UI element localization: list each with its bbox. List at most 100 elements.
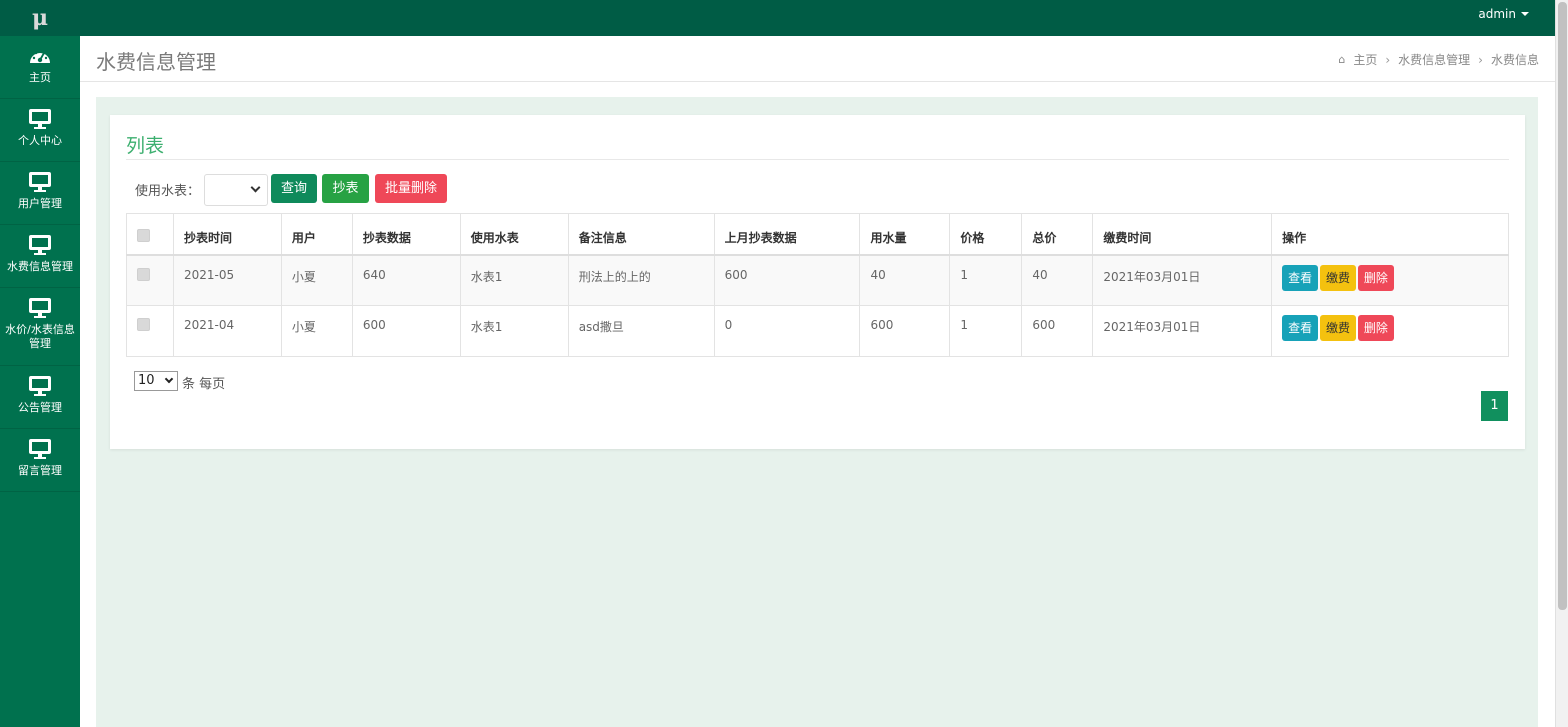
breadcrumb-water-fee[interactable]: 水费信息管理 (1398, 51, 1470, 68)
row-checkbox[interactable] (137, 318, 150, 331)
breadcrumb-current: 水费信息 (1490, 53, 1539, 67)
monitor-icon (29, 234, 51, 256)
table-cell: 640 (351, 254, 461, 306)
table-cell: 水表1 (459, 254, 569, 306)
row-checkbox[interactable] (137, 267, 150, 281)
sidebar-item-home[interactable]: 主页 (0, 36, 80, 99)
column-header[interactable]: 抄表数据 (351, 213, 461, 256)
query-button[interactable]: 查询 (271, 174, 317, 203)
table-cell: 600 (713, 254, 861, 306)
sidebar-item-label: 公告管理 (18, 401, 62, 414)
meter-select[interactable] (204, 174, 268, 206)
sidebar: 主页 个人中心 用户管理 水费信息管理 水价/水表信息管理 公告管理 留言管理 (0, 36, 80, 727)
monitor-icon (29, 297, 51, 319)
sidebar-item-label: 个人中心 (18, 134, 62, 147)
scrollbar-thumb[interactable] (1558, 2, 1567, 610)
page-size-value: 10 (138, 373, 155, 388)
user-menu[interactable]: admin (1478, 0, 1529, 28)
delete-button[interactable]: 删除 (1357, 315, 1394, 341)
list-panel: 列表 使用水表： 查询 抄表 批量删除 抄表时间 用户 抄表数据 使用水表 备注… (110, 115, 1525, 449)
table-cell: 水表1 (459, 305, 569, 357)
table-cell: 2021-05 (172, 254, 282, 306)
chevron-down-icon (250, 182, 261, 193)
scrollbar[interactable] (1555, 0, 1568, 727)
chevron-right-icon: › (1385, 52, 1391, 67)
table-cell: 1 (949, 305, 1023, 357)
chevron-right-icon: › (1478, 52, 1483, 67)
page-size-select[interactable]: 10 (134, 371, 178, 391)
table-cell: 小夏 (280, 305, 353, 357)
monitor-icon (29, 171, 51, 193)
select-all-checkbox[interactable] (137, 229, 150, 242)
table-header-row: 抄表时间 用户 抄表数据 使用水表 备注信息 上月抄表数据 用水量 价格 总价 … (126, 213, 1509, 256)
column-header[interactable]: 上月抄表数据 (713, 213, 861, 256)
sidebar-item-water-fee[interactable]: 水费信息管理 (0, 225, 80, 288)
table-cell: 1 (949, 254, 1023, 306)
delete-button[interactable]: 删除 (1357, 264, 1394, 291)
top-bar: μ admin (0, 0, 1555, 36)
monitor-icon (29, 375, 51, 397)
sidebar-item-notices[interactable]: 公告管理 (0, 366, 80, 429)
table-cell: 0 (713, 305, 861, 357)
column-header[interactable]: 总价 (1021, 213, 1094, 256)
caret-down-icon (1521, 12, 1529, 16)
table-cell: 600 (351, 305, 461, 357)
view-button[interactable]: 查看 (1282, 264, 1319, 291)
page-title: 水费信息管理 (96, 50, 216, 74)
table-cell: 2021年03月01日 (1092, 305, 1273, 357)
table-cell: 2021年03月01日 (1092, 254, 1273, 306)
table-row: 2021-04 小夏 600 水表1 asd撒旦 0 600 1 600 202… (126, 305, 1509, 357)
select-all-cell (126, 213, 174, 256)
home-icon: ⌂ (1338, 53, 1346, 66)
panel-title: 列表 (126, 135, 165, 157)
logo[interactable]: μ (0, 0, 80, 36)
pagination-page-button[interactable]: 1 (1481, 391, 1508, 421)
read-meter-button[interactable]: 抄表 (322, 174, 369, 203)
column-header[interactable]: 抄表时间 (172, 213, 282, 256)
pay-button[interactable]: 缴费 (1320, 315, 1357, 341)
page-header: 水费信息管理 ⌂ 主页 › 水费信息管理 › 水费信息 (80, 36, 1555, 82)
sidebar-item-label: 水费信息管理 (7, 260, 73, 273)
row-select-cell (126, 254, 174, 306)
per-page-label: 条 每页 (182, 377, 226, 392)
filter-label: 使用水表： (135, 184, 201, 199)
user-name: admin (1478, 7, 1516, 21)
sidebar-item-users[interactable]: 用户管理 (0, 162, 80, 225)
sidebar-item-water-price[interactable]: 水价/水表信息管理 (0, 288, 80, 366)
sidebar-item-label: 水价/水表信息管理 (5, 323, 75, 350)
column-header[interactable]: 备注信息 (567, 213, 715, 256)
table-cell: 40 (1021, 254, 1094, 306)
view-button[interactable]: 查看 (1282, 315, 1319, 341)
table-cell: 600 (1021, 305, 1094, 357)
sidebar-item-label: 用户管理 (18, 197, 62, 210)
dashboard-icon (29, 45, 51, 67)
monitor-icon (29, 108, 51, 130)
data-table: 抄表时间 用户 抄表数据 使用水表 备注信息 上月抄表数据 用水量 价格 总价 … (126, 213, 1509, 357)
sidebar-item-profile[interactable]: 个人中心 (0, 99, 80, 162)
table-cell: asd撒旦 (567, 305, 715, 357)
table-cell: 刑法上的上的 (567, 254, 715, 306)
column-header[interactable]: 用水量 (859, 213, 951, 256)
batch-delete-button[interactable]: 批量删除 (375, 174, 447, 203)
table-row: 2021-05 小夏 640 水表1 刑法上的上的 600 40 1 40 20… (126, 254, 1509, 306)
column-header[interactable]: 用户 (280, 213, 353, 256)
column-header[interactable]: 缴费时间 (1092, 213, 1273, 256)
table-cell: 2021-04 (172, 305, 282, 357)
actions-cell: 查看 缴费 删除 (1271, 305, 1509, 357)
divider (126, 159, 1509, 160)
column-header[interactable]: 使用水表 (459, 213, 569, 256)
breadcrumb: ⌂ 主页 › 水费信息管理 › 水费信息 (1338, 51, 1539, 68)
actions-cell: 查看 缴费 删除 (1271, 254, 1509, 306)
table-cell: 600 (859, 305, 951, 357)
sidebar-item-label: 留言管理 (18, 464, 62, 477)
column-header: 操作 (1271, 213, 1509, 256)
chevron-down-icon (164, 374, 174, 384)
table-cell: 小夏 (280, 254, 353, 306)
pay-button[interactable]: 缴费 (1320, 264, 1357, 291)
table-cell: 40 (859, 254, 951, 306)
column-header[interactable]: 价格 (949, 213, 1023, 256)
breadcrumb-home[interactable]: 主页 (1353, 51, 1377, 68)
row-select-cell (126, 305, 174, 357)
sidebar-item-messages[interactable]: 留言管理 (0, 429, 80, 492)
monitor-icon (29, 438, 51, 460)
